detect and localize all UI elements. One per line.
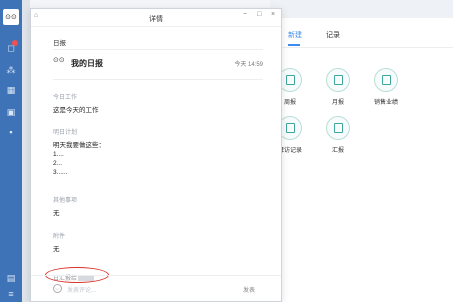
report-tabs: 新建 记录 <box>270 30 453 46</box>
avatar[interactable]: ⊙⊙ <box>3 9 19 25</box>
calendar-icon[interactable]: ▦ <box>5 84 17 96</box>
section-label-tomorrow: 明日计划 <box>53 130 78 136</box>
divider <box>53 79 263 80</box>
tabs-divider <box>270 47 453 48</box>
panel-topbar <box>270 0 453 18</box>
notification-badge <box>12 40 18 46</box>
minimize-button[interactable]: − <box>243 11 247 18</box>
comment-input[interactable]: 发表评论... <box>67 285 96 294</box>
section-text-today: 这是今天的工作 <box>53 107 99 114</box>
tile-sales[interactable]: 销售业绩 <box>366 68 406 106</box>
chart-icon <box>374 68 398 92</box>
report-time: 今天 14:59 <box>234 62 263 68</box>
send-button[interactable]: 发表 <box>243 285 255 294</box>
modal-header: ⌂ 详情 − □ × <box>31 9 281 27</box>
divider <box>53 49 263 50</box>
report-panel: 新建 记录 周报 月报 销售业绩 拜访记录 汇报 <box>270 0 453 302</box>
report-title: 我的日报 <box>71 59 103 68</box>
comment-bar: ◡ 发表评论... 发表 <box>31 275 281 302</box>
section-label-attachments: 附件 <box>53 234 66 240</box>
report-logo: ⊙⊙ <box>53 57 65 64</box>
apps-icon[interactable]: ▪ <box>5 126 17 138</box>
secondary-column <box>22 0 30 302</box>
tile-report[interactable]: 汇报 <box>318 116 358 154</box>
tab-new[interactable]: 新建 <box>288 30 302 40</box>
section-label-today: 今日工作 <box>53 95 78 101</box>
files-icon[interactable]: ▤ <box>5 272 17 284</box>
details-modal: ⌂ 详情 − □ × 日报 ⊙⊙ 我的日报 今天 14:59 今日工作 这是今天… <box>30 8 282 302</box>
app-window: ⊙⊙ ◻ ⁂ ▦ ▣ ▪ ▤ ≡ 新建 记录 周报 月报 销售业绩 拜访记录 汇… <box>0 0 453 302</box>
section-text-tomorrow: 明天我要做这些： 1.... 2... 3...... <box>53 142 105 176</box>
section-text-attachments: 无 <box>53 246 60 253</box>
document-icon <box>326 116 350 140</box>
maximize-button[interactable]: □ <box>257 11 261 18</box>
close-button[interactable]: × <box>271 11 275 18</box>
menu-icon[interactable]: ≡ <box>5 288 17 300</box>
tile-label: 汇报 <box>331 148 344 154</box>
tile-monthly[interactable]: 月报 <box>318 68 358 106</box>
active-tab-indicator <box>288 44 300 46</box>
contacts-icon[interactable]: ⁂ <box>5 64 17 76</box>
breadcrumb: 日报 <box>53 40 66 47</box>
tile-label: 销售业绩 <box>373 100 398 106</box>
section-text-other: 无 <box>53 210 60 217</box>
report-header: ⊙⊙ 我的日报 今天 14:59 <box>53 56 263 72</box>
section-label-other: 其他事项 <box>53 198 78 204</box>
work-icon[interactable]: ▣ <box>5 106 17 118</box>
tab-records[interactable]: 记录 <box>326 30 340 40</box>
tile-label: 月报 <box>331 100 344 106</box>
left-rail: ⊙⊙ ◻ ⁂ ▦ ▣ ▪ ▤ ≡ <box>0 0 22 302</box>
document-icon <box>326 68 350 92</box>
emoji-icon[interactable]: ◡ <box>53 284 62 293</box>
